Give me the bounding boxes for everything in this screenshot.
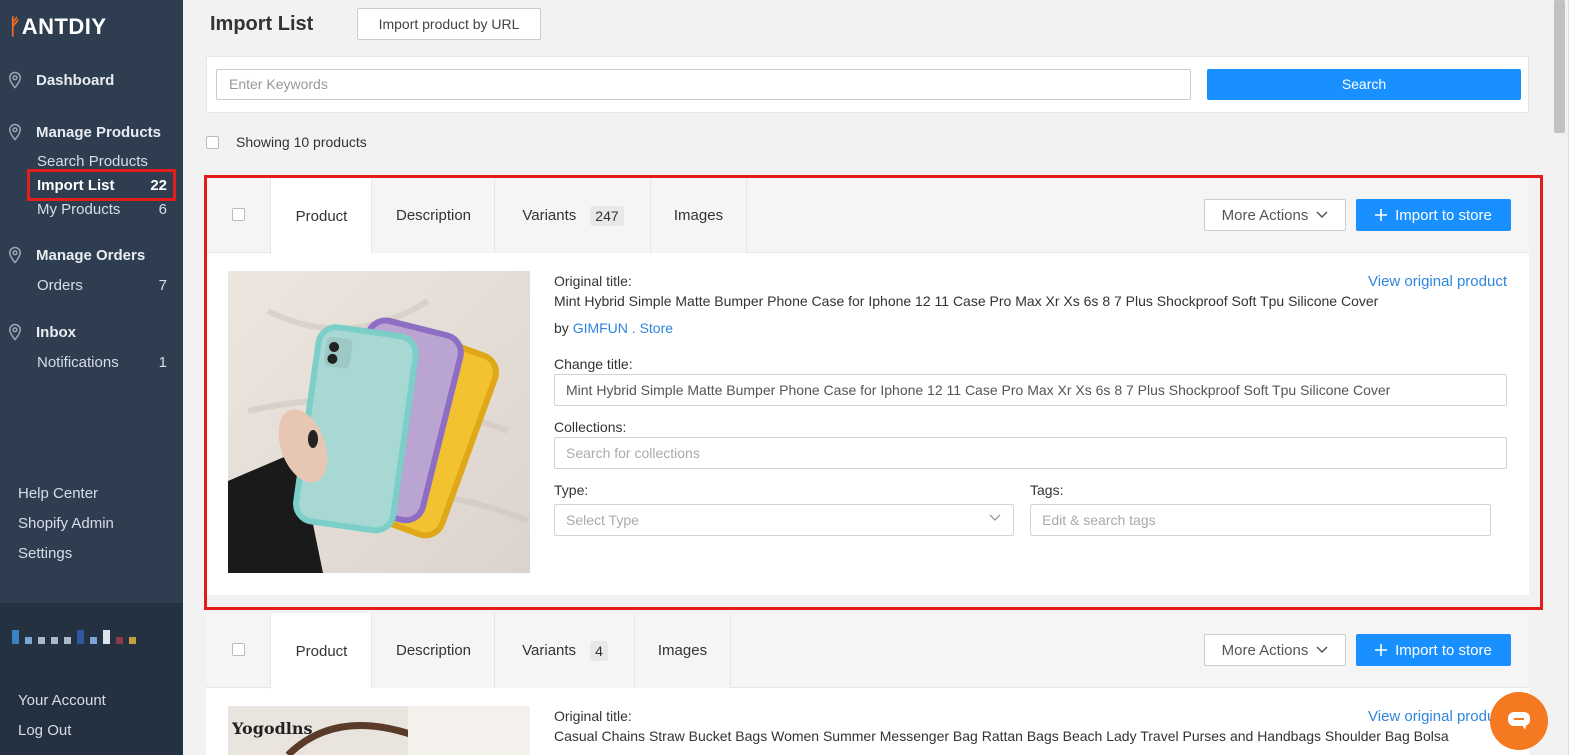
flame-logo-icon: ᚠ [8,14,22,39]
account-links: Your Account Log Out [0,686,183,746]
sidebar-item-inbox[interactable]: Inbox [0,320,183,344]
chat-icon [1508,712,1530,730]
sidebar-item-notifications[interactable]: Notifications 1 [0,350,183,374]
scrollbar-thumb[interactable] [1554,0,1565,133]
sidebar-item-count: 1 [158,353,167,371]
window-edge [1568,0,1588,755]
location-pin-icon [8,71,22,89]
pixel-block [64,637,71,644]
tab-label: Product [295,642,348,660]
variants-count-badge: 4 [590,640,608,661]
tab-label: Images [657,642,708,659]
original-title-text: Casual Chains Straw Bucket Bags Women Su… [554,728,1449,744]
pixel-block [116,637,123,644]
pixel-block [12,630,19,644]
tab-product[interactable]: Product [270,613,372,689]
showing-count-label: Showing 10 products [236,134,367,150]
product-card: Product Description Variants 4 Images Mor… [206,613,1529,755]
tab-variants[interactable]: Variants 4 [494,613,635,688]
import-label: Import to store [1395,641,1492,659]
sidebar-item-label: My Products [37,200,121,218]
sidebar-item-manage-orders[interactable]: Manage Orders [0,243,183,267]
sidebar: ᚠANTDIY Dashboard Manage Products Search… [0,0,183,755]
sidebar-help-links: Help Center Shopify Admin Settings [0,479,183,569]
sidebar-item-count: 7 [158,276,167,294]
original-title-label: Original title: [554,708,632,724]
help-center-link[interactable]: Help Center [0,479,183,509]
sidebar-item-label: Notifications [37,353,119,371]
sidebar-item-label: Search Products [37,152,148,170]
nav-group-inbox: Inbox Notifications 1 [0,320,183,374]
nav-group-dashboard: Dashboard [0,68,183,92]
select-all-checkbox[interactable] [206,135,219,149]
pixel-block [77,630,84,644]
pixel-block [25,637,32,644]
sidebar-item-dashboard[interactable]: Dashboard [0,68,183,92]
location-pin-icon [8,123,22,141]
card-tab-bar: Product Description Variants 4 Images Mor… [206,613,1529,689]
import-to-store-button[interactable]: Import to store [1356,634,1511,666]
location-pin-icon [8,323,22,341]
image-watermark-text: Yogodlns [231,719,312,738]
chat-button[interactable] [1490,692,1548,750]
pixel-block [129,637,136,644]
sidebar-item-label: Orders [37,276,83,294]
pixel-block [51,637,58,644]
sidebar-item-label: Dashboard [36,71,115,89]
app-logo[interactable]: ᚠANTDIY [8,14,107,40]
pixel-block [103,630,110,644]
chevron-down-icon [1316,646,1328,654]
sidebar-item-manage-products[interactable]: Manage Products [0,120,183,144]
showing-products-row: Showing 10 products [206,134,367,150]
nav-group-manage-orders: Manage Orders Orders 7 [0,243,183,297]
page-title: Import List [210,13,314,35]
sidebar-item-orders[interactable]: Orders 7 [0,273,183,297]
tab-images[interactable]: Images [634,613,731,688]
log-out-link[interactable]: Log Out [0,716,183,746]
brand-name: ANTDIY [21,14,107,39]
bag-photo: Yogodlns [228,706,530,755]
import-by-url-button[interactable]: Import product by URL [357,8,541,40]
keyword-search-input[interactable]: Enter Keywords [216,69,1191,100]
shopify-admin-link[interactable]: Shopify Admin [0,509,183,539]
your-account-link[interactable]: Your Account [0,686,183,716]
sidebar-item-label: Inbox [36,323,76,341]
location-pin-icon [8,246,22,264]
sidebar-item-label: Manage Orders [36,246,146,264]
pixel-art-decoration [12,630,136,644]
tab-label: Variants [522,642,577,659]
more-actions-label: More Actions [1221,641,1309,659]
active-item-highlight [27,169,176,201]
sidebar-item-label: Manage Products [36,123,162,141]
tab-description[interactable]: Description [371,613,495,688]
tab-label: Description [395,642,472,659]
search-panel: Enter Keywords Search [206,56,1529,113]
more-actions-button[interactable]: More Actions [1204,634,1346,666]
product-image[interactable]: Yogodlns [228,706,530,755]
sidebar-item-count: 6 [158,200,167,218]
selected-card-highlight [204,175,1543,610]
product-select-checkbox[interactable] [232,643,245,656]
search-button[interactable]: Search [1207,69,1521,100]
view-original-product-link[interactable]: View original product [1368,708,1507,725]
pixel-block [90,637,97,644]
page-scrollbar[interactable] [1551,0,1568,755]
settings-link[interactable]: Settings [0,539,183,569]
sidebar-account-panel: Your Account Log Out [0,603,183,755]
plus-icon [1375,644,1388,656]
pixel-block [38,637,45,644]
